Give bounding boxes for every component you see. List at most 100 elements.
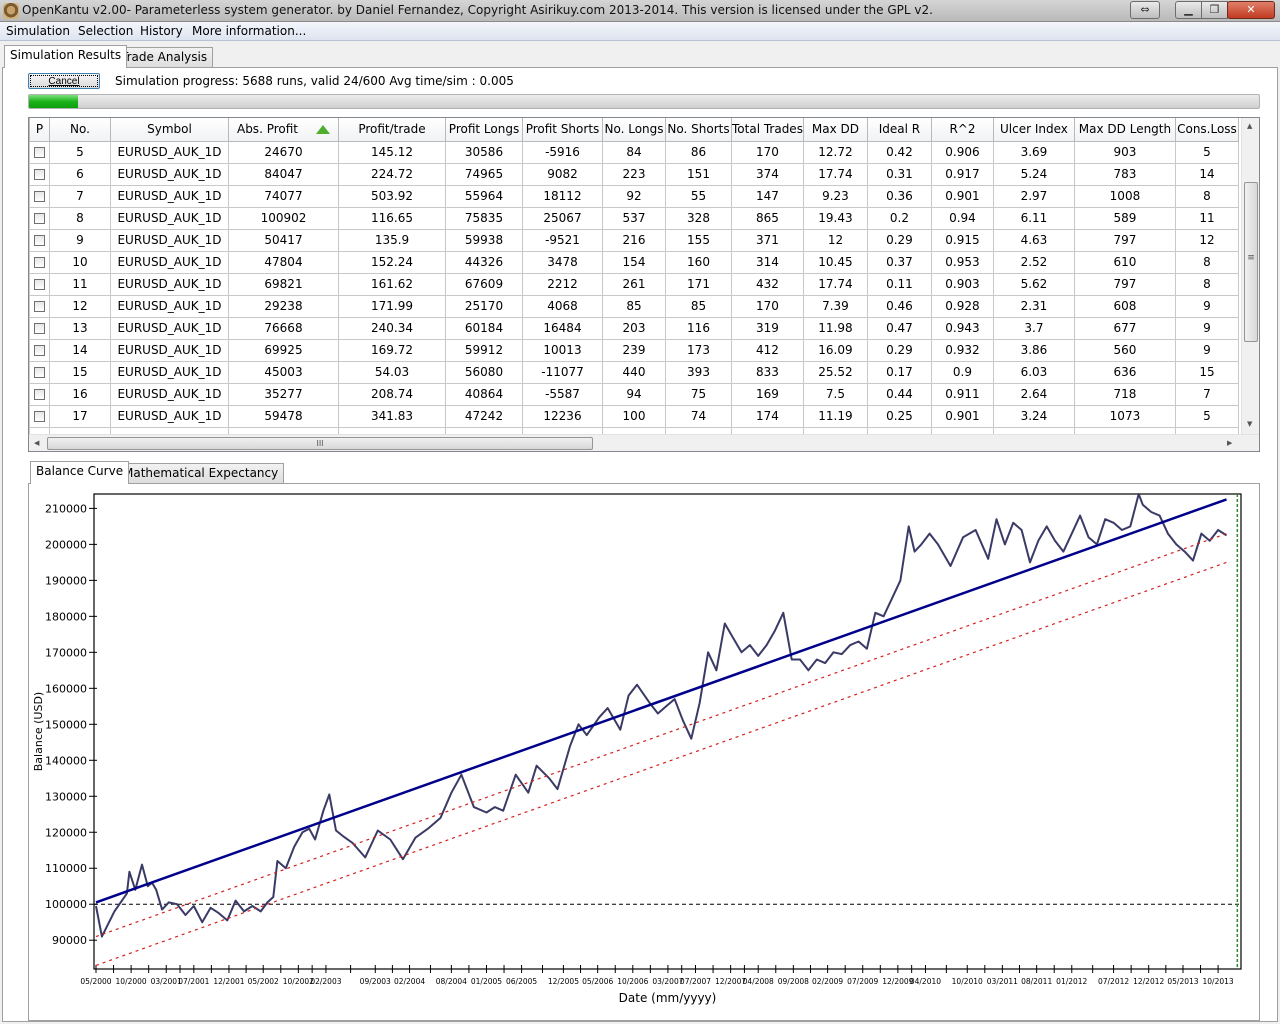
table-cell: 1073 xyxy=(1073,404,1176,428)
table-cell: 2.97 xyxy=(992,184,1075,208)
menu-history[interactable]: History xyxy=(140,24,183,38)
table-cell: 5 xyxy=(1174,140,1239,164)
row-checkbox[interactable] xyxy=(34,235,45,246)
row-checkbox[interactable] xyxy=(34,213,45,224)
column-header-max-dd[interactable]: Max DD xyxy=(802,118,868,142)
table-cell: 203 xyxy=(602,316,666,340)
column-header-p[interactable]: P xyxy=(29,118,50,142)
column-header-symbol[interactable]: Symbol xyxy=(110,118,229,142)
table-cell: 17 xyxy=(49,404,111,428)
row-checkbox[interactable] xyxy=(34,345,45,356)
maximize-button[interactable]: ❐ xyxy=(1201,1,1228,19)
table-row[interactable]: 15 EURUSD_AUK_1D 45003 54.03 56080 -11077 440 3… xyxy=(29,360,1239,384)
table-row[interactable]: 16 EURUSD_AUK_1D 35277 208.74 40864 -5587 94 75… xyxy=(29,382,1239,406)
table-cell: 4068 xyxy=(522,294,603,318)
column-header-label: Ulcer Index xyxy=(1000,122,1068,137)
column-header-ulcer-index[interactable]: Ulcer Index xyxy=(992,118,1075,142)
vertical-scroll-thumb[interactable]: ≡ xyxy=(1244,182,1258,342)
table-cell: 797 xyxy=(1073,228,1176,252)
table-cell: EURUSD_AUK_1D xyxy=(110,316,229,340)
table-row[interactable]: 11 EURUSD_AUK_1D 69821 161.62 67609 2212 261 17… xyxy=(29,272,1239,296)
row-checkbox[interactable] xyxy=(34,323,45,334)
table-cell: 170 xyxy=(731,140,804,164)
x-tick-label: 02/2004 xyxy=(394,977,425,986)
table-cell: 0.29 xyxy=(866,338,932,362)
column-header-max-dd-length[interactable]: Max DD Length xyxy=(1073,118,1176,142)
table-cell: 74965 xyxy=(445,162,523,186)
row-checkbox[interactable] xyxy=(34,147,45,158)
column-header-profit-trade[interactable]: Profit/trade xyxy=(338,118,446,142)
row-checkbox[interactable] xyxy=(34,301,45,312)
horizontal-scrollbar[interactable]: ◀ III ▶ xyxy=(29,434,1259,451)
tab-trade-analysis[interactable]: Trade Analysis xyxy=(115,47,214,68)
column-header-ideal-r[interactable]: Ideal R xyxy=(866,118,932,142)
table-cell: 223 xyxy=(602,162,666,186)
row-checkbox-cell xyxy=(29,184,50,208)
tab-mathematical-expectancy[interactable]: Mathematical Expectancy xyxy=(117,463,285,484)
table-row[interactable]: 7 EURUSD_AUK_1D 74077 503.92 55964 18112 92 55 1… xyxy=(29,184,1239,208)
column-header-total-trades[interactable]: Total Trades xyxy=(731,118,804,142)
table-row[interactable]: 6 EURUSD_AUK_1D 84047 224.72 74965 9082 223 151… xyxy=(29,162,1239,186)
scroll-up-icon[interactable]: ▲ xyxy=(1247,122,1252,130)
table-cell: 608 xyxy=(1073,294,1176,318)
table-row[interactable]: 12 EURUSD_AUK_1D 29238 171.99 25170 4068 85 85 1… xyxy=(29,294,1239,318)
table-cell: 7 xyxy=(49,184,111,208)
column-header-r-2[interactable]: R^2 xyxy=(930,118,994,142)
column-header-label: Symbol xyxy=(147,122,192,137)
row-checkbox[interactable] xyxy=(34,169,45,180)
menu-selection[interactable]: Selection xyxy=(78,24,133,38)
tab-simulation-results[interactable]: Simulation Results xyxy=(4,45,128,68)
row-checkbox[interactable] xyxy=(34,279,45,290)
column-header-no[interactable]: No. xyxy=(49,118,111,142)
column-header-no-shorts[interactable]: No. Shorts xyxy=(665,118,732,142)
table-cell: 7.39 xyxy=(802,294,868,318)
table-row[interactable]: 14 EURUSD_AUK_1D 69925 169.72 59912 10013 239 1… xyxy=(29,338,1239,362)
row-checkbox-cell xyxy=(29,250,50,274)
minimize-button[interactable]: ▁ xyxy=(1175,1,1202,19)
table-cell: 371 xyxy=(731,228,804,252)
row-checkbox[interactable] xyxy=(34,367,45,378)
table-row[interactable]: 17 EURUSD_AUK_1D 59478 341.83 47242 12236 100 7… xyxy=(29,404,1239,428)
table-row[interactable]: 5 EURUSD_AUK_1D 24670 145.12 30586 -5916 84 86 1… xyxy=(29,140,1239,164)
table-cell: 145.12 xyxy=(338,140,446,164)
close-button[interactable]: ✕ xyxy=(1227,1,1275,19)
table-cell: 19.43 xyxy=(802,206,868,230)
menu-simulation[interactable]: Simulation xyxy=(6,24,70,38)
table-cell: EURUSD_AUK_1D xyxy=(110,360,229,384)
table-row[interactable]: 13 EURUSD_AUK_1D 76668 240.34 60184 16484 203 1… xyxy=(29,316,1239,340)
row-checkbox[interactable] xyxy=(34,191,45,202)
column-header-cons-loss[interactable]: Cons.Loss xyxy=(1174,118,1239,142)
table-cell: 17.74 xyxy=(802,162,868,186)
x-tick-label: 01/2005 xyxy=(471,977,502,986)
table-cell: 610 xyxy=(1073,250,1176,274)
column-header-no-longs[interactable]: No. Longs xyxy=(602,118,666,142)
scroll-down-icon[interactable]: ▼ xyxy=(1247,420,1252,428)
scroll-left-icon[interactable]: ◀ xyxy=(34,439,39,447)
column-header-profit-shorts[interactable]: Profit Shorts xyxy=(522,118,603,142)
vertical-scrollbar[interactable]: ▲ ≡ ▼ xyxy=(1241,118,1259,434)
table-cell: 173 xyxy=(665,338,732,362)
table-cell: 116.65 xyxy=(338,206,446,230)
table-cell: 171.99 xyxy=(338,294,446,318)
horizontal-scroll-thumb[interactable]: III xyxy=(47,437,593,450)
y-tick-label: 90000 xyxy=(52,934,87,947)
table-row[interactable]: 8 EURUSD_AUK_1D 100902 116.65 75835 25067 537 3… xyxy=(29,206,1239,230)
table-cell: 0.917 xyxy=(930,162,994,186)
scroll-right-icon[interactable]: ▶ xyxy=(1227,439,1232,447)
column-header-profit-longs[interactable]: Profit Longs xyxy=(445,118,523,142)
table-row[interactable]: 9 EURUSD_AUK_1D 50417 135.9 59938 -9521 216 155… xyxy=(29,228,1239,252)
tab-balance-curve[interactable]: Balance Curve xyxy=(30,461,130,484)
menu-more-information[interactable]: More information... xyxy=(192,24,306,38)
row-checkbox[interactable] xyxy=(34,389,45,400)
title-bar: OpenKantu v2.00- Parameterless system ge… xyxy=(0,0,1280,22)
row-checkbox[interactable] xyxy=(34,257,45,268)
row-checkbox[interactable] xyxy=(34,411,45,422)
table-cell: 135.9 xyxy=(338,228,446,252)
cancel-button[interactable]: Cancel xyxy=(28,73,100,89)
table-cell: 718 xyxy=(1073,382,1176,406)
y-tick-label: 130000 xyxy=(45,790,87,803)
column-header-abs-profit[interactable]: Abs. Profit xyxy=(228,118,339,142)
table-row[interactable]: 10 EURUSD_AUK_1D 47804 152.24 44326 3478 154 16… xyxy=(29,250,1239,274)
resize-button[interactable]: ⇔ xyxy=(1130,1,1160,19)
x-tick-label: 04/2008 xyxy=(743,977,774,986)
